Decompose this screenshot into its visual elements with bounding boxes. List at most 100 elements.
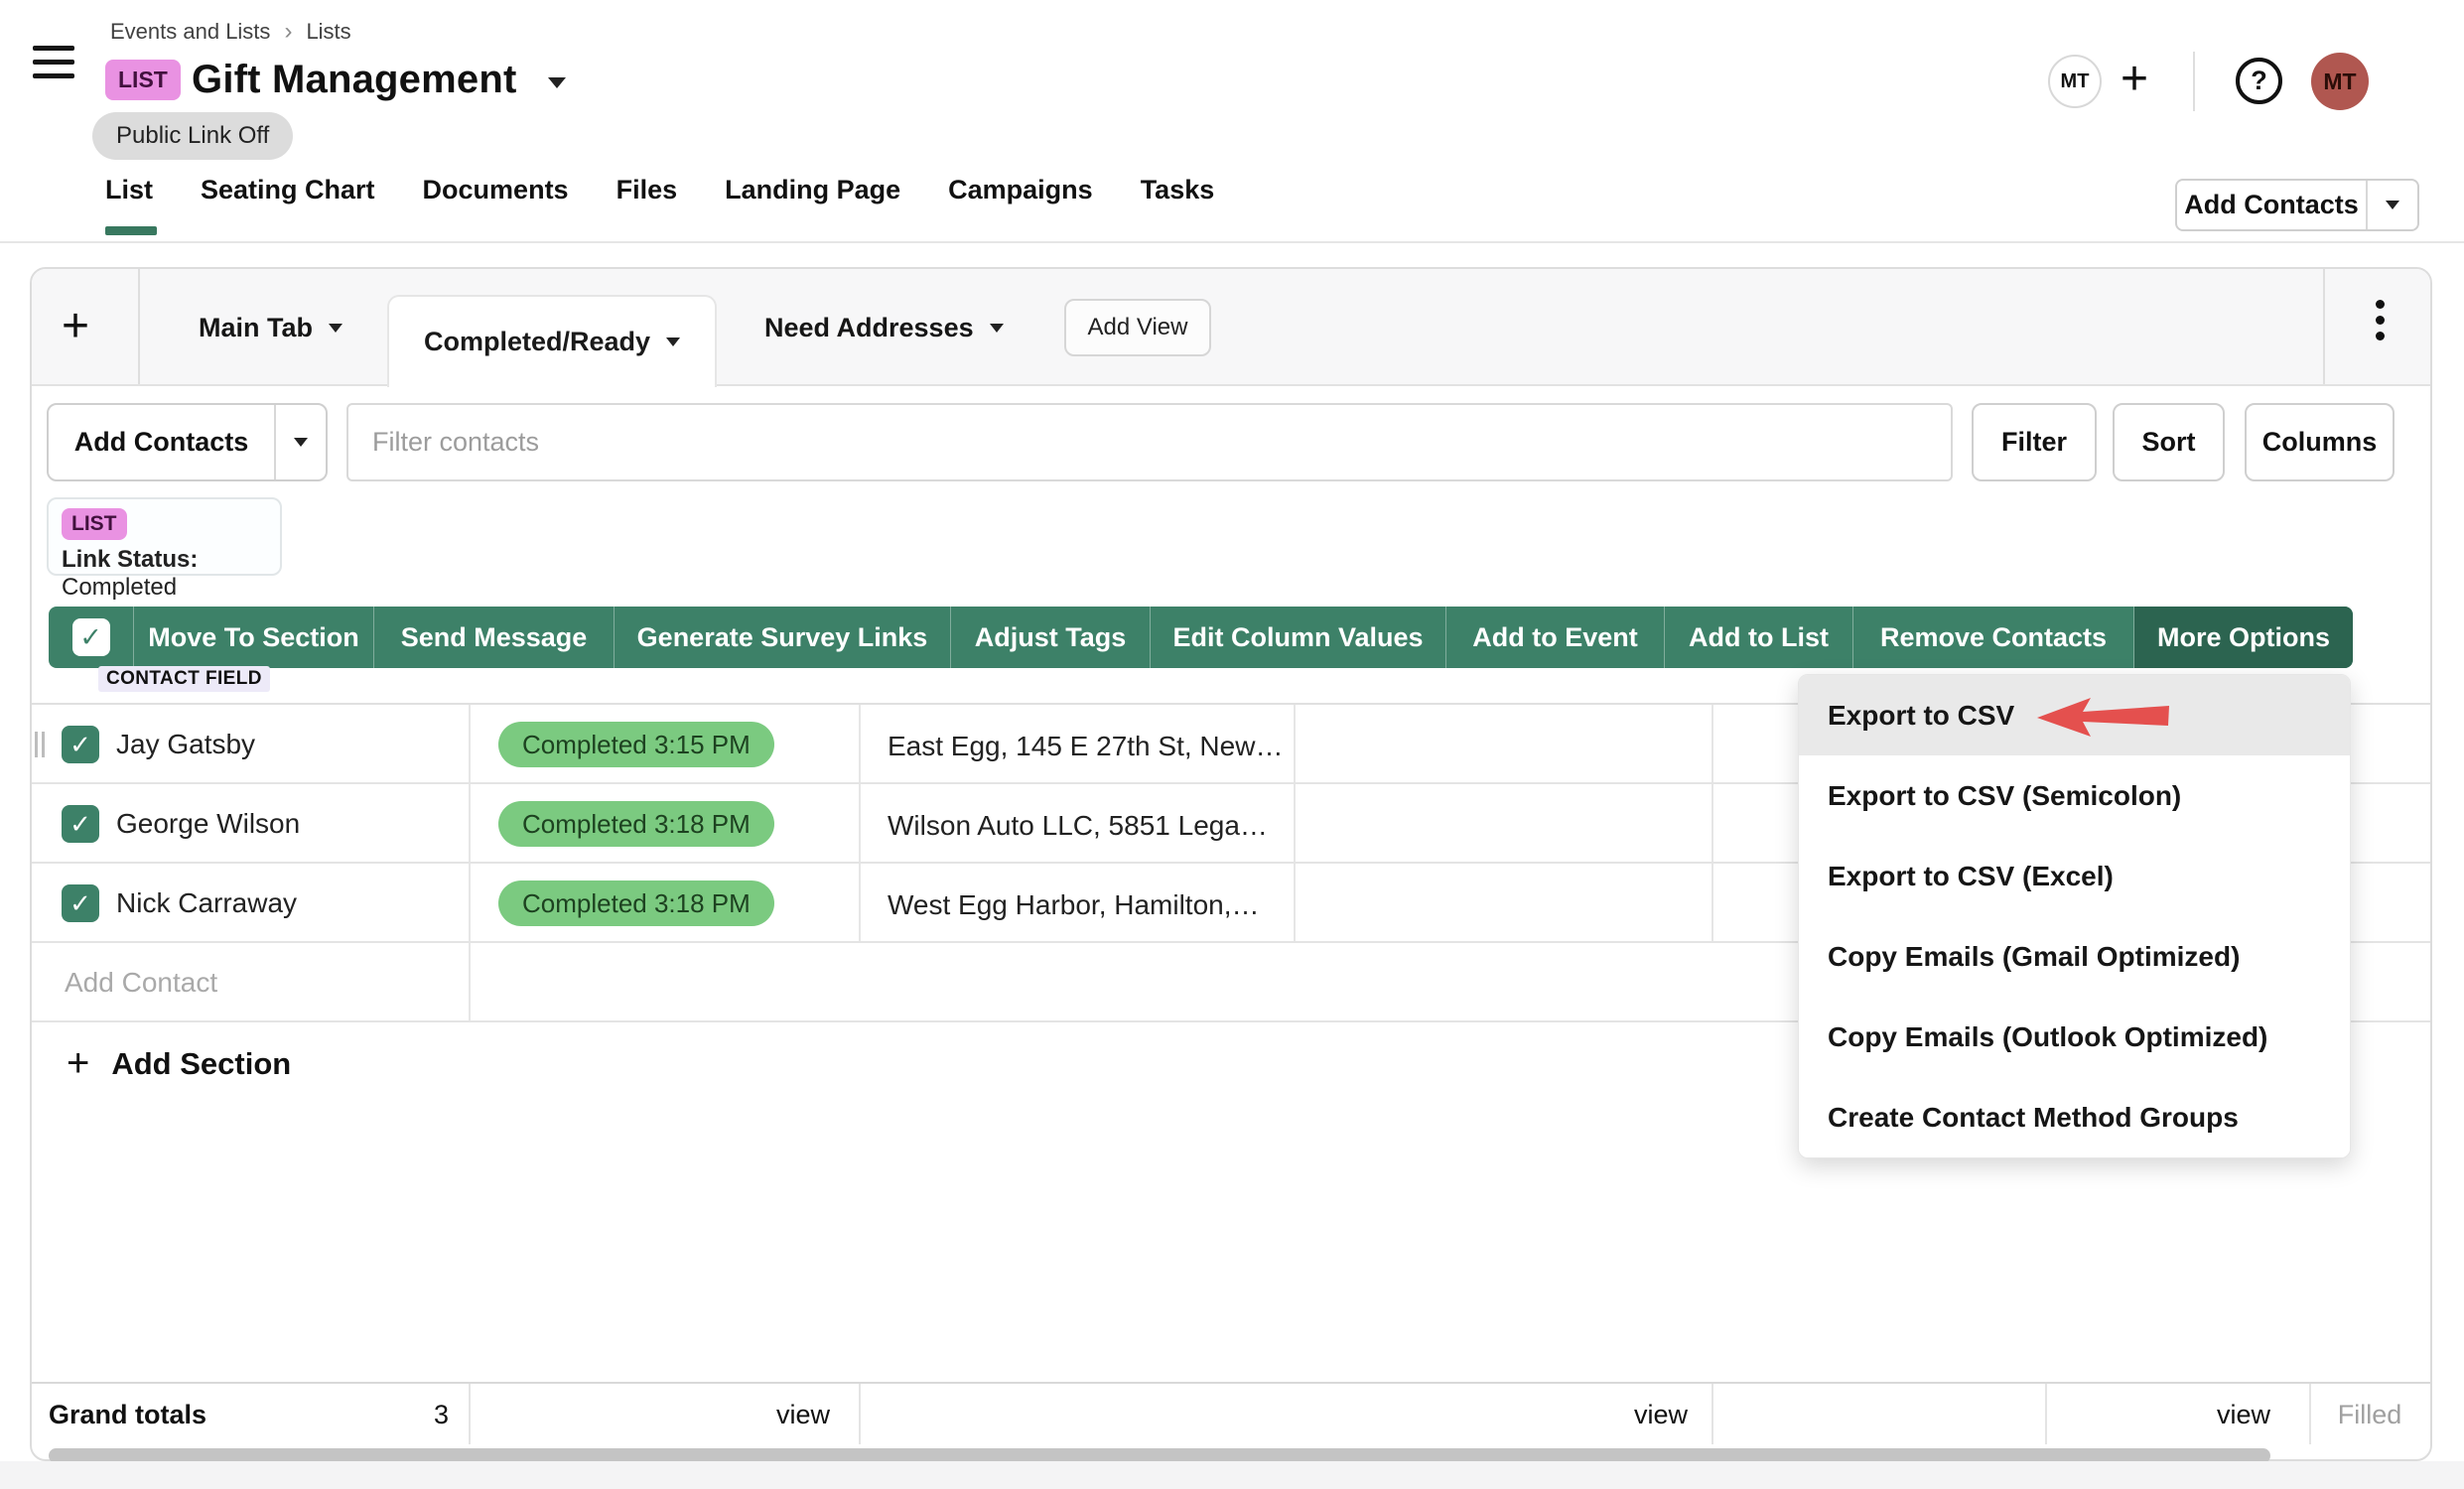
list-badge: LIST [62, 508, 127, 540]
totals-view-link[interactable]: view [627, 1384, 830, 1446]
chevron-down-icon [2386, 201, 2399, 209]
add-contacts-button-toolbar[interactable]: Add Contacts [47, 403, 328, 481]
active-tab-indicator [105, 226, 157, 235]
menu-item-copy-emails-outlook[interactable]: Copy Emails (Outlook Optimized) [1799, 997, 2350, 1077]
column-header-contact-field: CONTACT FIELD [98, 666, 270, 692]
public-link-status-pill[interactable]: Public Link Off [92, 112, 293, 160]
link-status-filter-chip[interactable]: LIST Link Status: Completed [47, 497, 282, 576]
nav-tab-files[interactable]: Files [616, 175, 678, 205]
workspace-avatar[interactable]: MT [2048, 55, 2102, 108]
nav-tab-list[interactable]: List [105, 175, 153, 205]
menu-item-export-csv-semicolon[interactable]: Export to CSV (Semicolon) [1799, 755, 2350, 836]
user-avatar[interactable]: MT [2311, 53, 2369, 110]
add-contacts-label[interactable]: Add Contacts [49, 405, 274, 479]
chip-label: Link Status: [62, 546, 198, 573]
plus-icon: + [67, 1041, 89, 1086]
chevron-down-icon [990, 324, 1004, 333]
hamburger-menu-icon[interactable] [33, 46, 74, 87]
chevron-down-icon [666, 338, 680, 346]
menu-item-export-csv[interactable]: Export to CSV [1799, 675, 2350, 755]
add-section-label: Add Section [111, 1046, 291, 1082]
title-dropdown-caret-icon[interactable] [548, 77, 566, 88]
strip-divider [138, 269, 140, 384]
bulk-action-bar: ✓ Move To Section Send Message Generate … [49, 607, 2353, 668]
header-bottom-border [0, 241, 2464, 243]
columns-button[interactable]: Columns [2245, 403, 2395, 481]
nav-tab-campaigns[interactable]: Campaigns [948, 175, 1093, 205]
more-menu-kebab-icon[interactable] [2367, 293, 2393, 347]
totals-filled-label: Filled [2309, 1384, 2430, 1446]
strip-divider [2323, 269, 2325, 384]
add-contacts-dropdown[interactable] [2366, 181, 2417, 229]
add-new-icon[interactable]: + [2121, 56, 2148, 103]
nav-tab-tasks[interactable]: Tasks [1141, 175, 1215, 205]
status-badge: Completed 3:15 PM [498, 722, 774, 767]
header-divider [2193, 52, 2195, 111]
contact-address[interactable]: East Egg, 145 E 27th St, New… [888, 731, 1283, 762]
contact-address[interactable]: Wilson Auto LLC, 5851 Lega… [888, 810, 1268, 842]
totals-view-link[interactable]: view [2067, 1384, 2270, 1446]
help-icon[interactable]: ? [2236, 58, 2282, 104]
page-background-strip [0, 1461, 2464, 1489]
contact-address[interactable]: West Egg Harbor, Hamilton,… [888, 889, 1260, 921]
add-tab-icon[interactable]: + [62, 303, 89, 350]
list-type-badge: LIST [105, 60, 181, 100]
view-tab-main-tab[interactable]: Main Tab [199, 313, 342, 343]
nav-tab-landing-page[interactable]: Landing Page [725, 175, 900, 205]
breadcrumb-item[interactable]: Events and Lists [110, 19, 270, 45]
grand-totals-count: 3 [330, 1384, 449, 1446]
row-checkbox-checked[interactable]: ✓ [62, 726, 99, 763]
view-tab-label[interactable]: Need Addresses [764, 313, 974, 343]
action-add-to-event[interactable]: Add to Event [1446, 607, 1665, 668]
action-move-to-section[interactable]: Move To Section [134, 607, 374, 668]
view-tab-completed-ready-active[interactable]: Completed/Ready [387, 295, 717, 387]
page-title: Gift Management [192, 58, 516, 102]
app-window: Events and Lists › Lists LIST Gift Manag… [0, 0, 2464, 1489]
red-arrow-annotation-icon [2033, 695, 2172, 739]
contact-name[interactable]: Nick Carraway [116, 887, 297, 919]
status-badge: Completed 3:18 PM [498, 801, 774, 847]
nav-tabs: List Seating Chart Documents Files Landi… [105, 175, 1214, 205]
row-checkbox-checked[interactable]: ✓ [62, 884, 99, 922]
breadcrumb-separator-icon: › [284, 18, 292, 46]
action-more-options-active[interactable]: More Options [2134, 607, 2353, 668]
filter-contacts-input[interactable] [346, 403, 1953, 481]
add-contacts-dropdown[interactable] [274, 405, 326, 479]
menu-item-copy-emails-gmail[interactable]: Copy Emails (Gmail Optimized) [1799, 916, 2350, 997]
select-all-checkbox-checked[interactable]: ✓ [72, 618, 110, 656]
add-view-button[interactable]: Add View [1064, 299, 1211, 356]
contact-name[interactable]: George Wilson [116, 808, 300, 840]
nav-tab-documents[interactable]: Documents [423, 175, 569, 205]
nav-tab-seating-chart[interactable]: Seating Chart [201, 175, 375, 205]
filter-button[interactable]: Filter [1972, 403, 2097, 481]
menu-item-export-csv-excel[interactable]: Export to CSV (Excel) [1799, 836, 2350, 916]
more-options-menu: Export to CSV Export to CSV (Semicolon) … [1798, 674, 2351, 1158]
add-contact-placeholder[interactable]: Add Contact [65, 967, 217, 999]
grand-totals-label: Grand totals [49, 1384, 206, 1446]
menu-item-create-contact-method-groups[interactable]: Create Contact Method Groups [1799, 1077, 2350, 1157]
row-checkbox-checked[interactable]: ✓ [62, 805, 99, 843]
breadcrumb[interactable]: Events and Lists › Lists [110, 18, 351, 46]
list-panel: + Main Tab Completed/Ready Need Addresse… [30, 267, 2432, 1461]
view-tab-need-addresses[interactable]: Need Addresses [764, 313, 1004, 343]
add-contacts-label[interactable]: Add Contacts [2177, 181, 2366, 229]
view-tab-label[interactable]: Main Tab [199, 313, 313, 343]
drag-handle-icon[interactable] [35, 732, 45, 757]
action-adjust-tags[interactable]: Adjust Tags [951, 607, 1151, 668]
totals-view-link[interactable]: view [1422, 1384, 1688, 1446]
action-generate-survey-links[interactable]: Generate Survey Links [615, 607, 951, 668]
action-send-message[interactable]: Send Message [374, 607, 615, 668]
sort-button[interactable]: Sort [2113, 403, 2225, 481]
contact-name[interactable]: Jay Gatsby [116, 729, 255, 760]
select-all-cell[interactable]: ✓ [49, 607, 134, 668]
action-edit-column-values[interactable]: Edit Column Values [1151, 607, 1446, 668]
breadcrumb-item[interactable]: Lists [306, 19, 350, 45]
add-contacts-button-header[interactable]: Add Contacts [2175, 179, 2419, 231]
grand-totals-row: Grand totals 3 view view view Filled [32, 1382, 2430, 1444]
action-add-to-list[interactable]: Add to List [1665, 607, 1853, 668]
action-remove-contacts[interactable]: Remove Contacts [1853, 607, 2134, 668]
chevron-down-icon [294, 438, 308, 447]
status-badge: Completed 3:18 PM [498, 880, 774, 926]
add-section-button[interactable]: + Add Section [67, 1041, 291, 1086]
view-tab-label[interactable]: Completed/Ready [424, 327, 650, 357]
